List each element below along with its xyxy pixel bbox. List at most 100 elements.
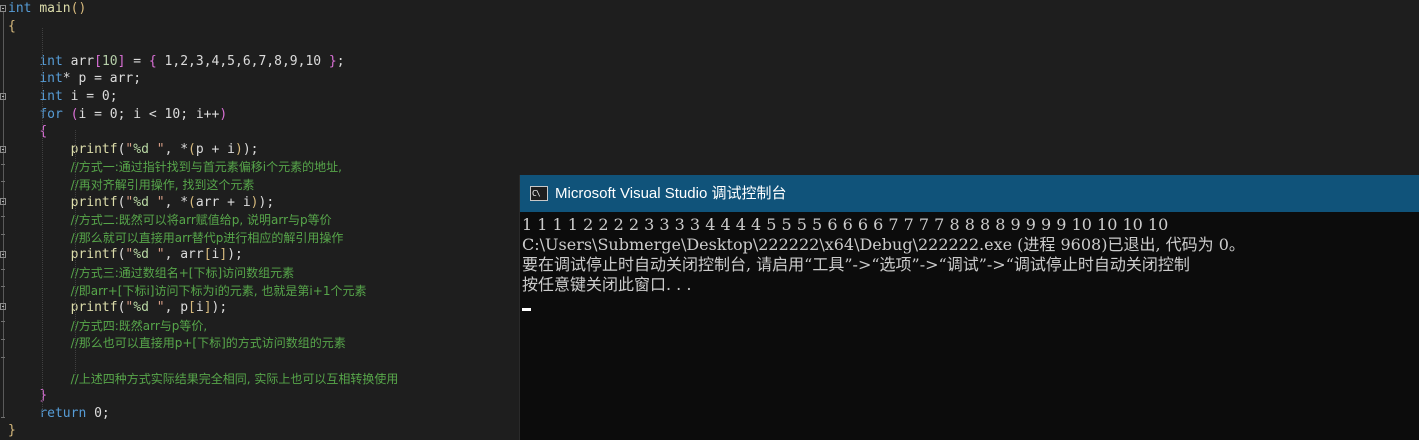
code-token: , *	[164, 141, 189, 157]
code-comment: //方式二:既然可以将arr赋值给p, 说明arr与p等价	[70, 213, 332, 228]
code-comment: //那么也可以直接用p+[下标]的方式访问数组的元素	[70, 336, 346, 351]
fold-toggle-icon[interactable]	[0, 251, 6, 258]
code-token: )	[219, 106, 228, 122]
outline-tick	[1, 357, 5, 358]
code-token: printf	[70, 194, 118, 210]
code-token: i = 0; i < 10; i++	[78, 106, 220, 122]
console-title: Microsoft Visual Studio 调试控制台	[555, 185, 787, 202]
code-token: }	[39, 388, 48, 404]
code-token: arr	[62, 53, 95, 69]
code-token: );	[211, 300, 228, 316]
code-token: %d	[133, 300, 149, 316]
fold-toggle-icon[interactable]	[0, 5, 6, 12]
code-line: for (i = 0; i < 10; i++)	[8, 106, 227, 124]
code-line: //再对齐解引用操作, 找到这个元素	[8, 176, 255, 194]
code-line: int i = 0;	[8, 88, 118, 106]
console-line: 按任意键关闭此窗口. . .	[522, 275, 692, 294]
code-comment: //那么就可以直接用arr替代p进行相应的解引用操作	[70, 230, 344, 245]
code-token: printf	[70, 247, 118, 263]
code-token: {	[39, 124, 48, 140]
code-token: "	[148, 300, 165, 316]
code-comment: //上述四种方式实际结果完全相同, 实际上也可以互相转换使用	[70, 371, 399, 386]
fold-toggle-icon[interactable]	[0, 303, 6, 310]
code-token: * p = arr;	[62, 71, 142, 87]
code-token: return	[39, 405, 87, 421]
code-token: }	[8, 423, 16, 439]
code-token: );	[227, 247, 243, 263]
console-titlebar[interactable]: C\ Microsoft Visual Studio 调试控制台	[520, 175, 1419, 212]
code-token: )	[250, 194, 259, 210]
code-line: printf("%d ", *(p + i));	[8, 141, 259, 159]
code-token: ()	[70, 1, 87, 16]
fold-toggle-icon[interactable]	[0, 146, 6, 153]
code-token: %d	[133, 247, 149, 263]
code-line: //方式二:既然可以将arr赋值给p, 说明arr与p等价	[8, 211, 332, 229]
code-line: int arr[10] = { 1,2,3,4,5,6,7,8,9,10 };	[8, 53, 345, 71]
code-token: i = 0;	[62, 89, 118, 104]
code-token: printf	[70, 141, 118, 157]
code-token: ;	[336, 53, 345, 69]
code-line: {	[8, 18, 16, 36]
code-line: int main()	[8, 0, 86, 18]
code-token: , arr	[164, 247, 204, 263]
code-token: printf	[70, 300, 118, 316]
code-token: , p	[164, 300, 189, 316]
code-token: 1,2,3,4,5,6,7,8,9,10	[156, 53, 329, 69]
outline-tick	[1, 321, 5, 322]
console-app-icon: C\	[530, 186, 548, 201]
debug-console-window[interactable]: C\ Microsoft Visual Studio 调试控制台 1 1 1 1…	[519, 175, 1419, 440]
code-token: )	[235, 141, 243, 157]
code-token: arr + i	[195, 194, 251, 210]
code-line: //即arr+[下标i]访问下标为i的元素, 也就是第i+1个元素	[8, 282, 367, 300]
code-token: ]	[219, 247, 228, 263]
fold-toggle-icon[interactable]	[0, 93, 6, 100]
code-token: p + i	[195, 141, 236, 157]
outline-tick	[1, 286, 5, 287]
code-token: {	[148, 53, 157, 69]
console-line: 1 1 1 1 2 2 2 2 3 3 3 3 4 4 4 4 5 5 5 5 …	[522, 215, 1169, 234]
code-token: ]	[203, 300, 212, 316]
code-comment: //方式四:既然arr与p等价,	[70, 318, 208, 333]
code-comment: //即arr+[下标i]访问下标为i的元素, 也就是第i+1个元素	[70, 283, 367, 298]
code-line: printf("%d ", *(arr + i));	[8, 194, 275, 212]
code-comment: //方式一:通过指针找到与首元素偏移i个元素的地址,	[70, 160, 342, 175]
outline-gutter	[0, 0, 6, 440]
code-token: %d	[133, 194, 149, 210]
code-token: =	[125, 53, 149, 69]
code-line: return 0;	[8, 405, 109, 423]
code-token: int	[8, 1, 32, 16]
code-line: //方式一:通过指针找到与首元素偏移i个元素的地址,	[8, 158, 342, 176]
code-line: }	[8, 422, 16, 440]
code-token: "	[148, 247, 165, 263]
fold-toggle-icon[interactable]	[0, 198, 6, 205]
outline-tick	[1, 181, 5, 182]
code-token: 10	[101, 53, 118, 69]
code-line: //方式三:通过数组名+[下标]访问数组元素	[8, 264, 295, 282]
code-line: //那么就可以直接用arr替代p进行相应的解引用操作	[8, 229, 344, 247]
code-token: "	[148, 194, 165, 210]
code-line: //上述四种方式实际结果完全相同, 实际上也可以互相转换使用	[8, 370, 399, 388]
code-line: printf("%d ", arr[i]);	[8, 246, 243, 264]
code-token: );	[258, 194, 275, 210]
code-token: "	[148, 141, 165, 157]
indent-guide	[75, 130, 76, 375]
code-token: [	[203, 247, 212, 263]
outline-tick	[1, 417, 5, 418]
code-token: {	[8, 18, 16, 34]
code-token: [	[94, 53, 102, 69]
code-token: );	[242, 141, 259, 157]
code-token: (	[188, 194, 196, 210]
